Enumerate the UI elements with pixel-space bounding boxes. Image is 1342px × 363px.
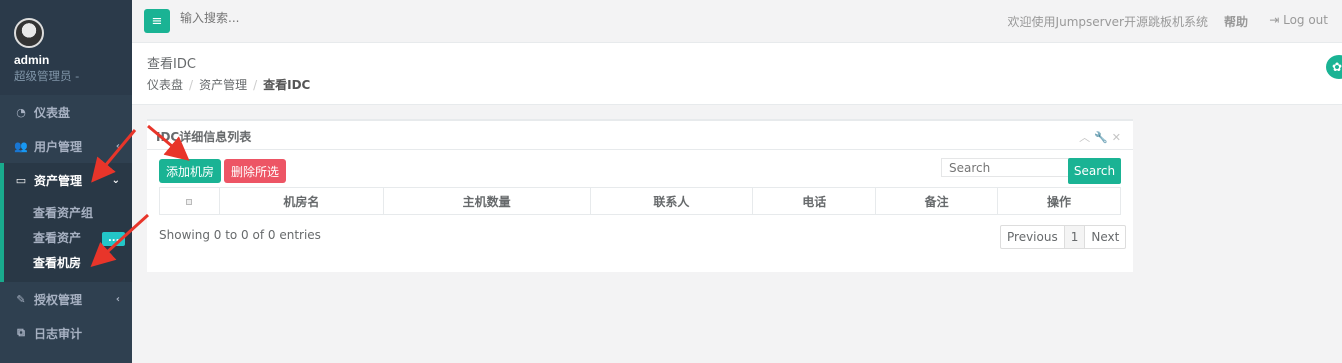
- right-sidebar-toggle[interactable]: ✿: [1326, 55, 1342, 79]
- table-info: Showing 0 to 0 of 0 entries: [159, 228, 321, 242]
- chevron-left-icon: ‹: [115, 140, 120, 152]
- logout-label: Log out: [1283, 13, 1328, 27]
- user-role-dropdown[interactable]: 超级管理员 -: [14, 68, 132, 84]
- table-search-input[interactable]: [941, 158, 1069, 177]
- idc-table: 机房名 主机数量 联系人 电话 备注 操作: [159, 187, 1121, 215]
- profile-block: admin 超级管理员 -: [0, 0, 132, 95]
- delete-selected-button[interactable]: 删除所选: [224, 159, 286, 183]
- wrench-icon[interactable]: 🔧: [1094, 131, 1112, 144]
- idc-list-panel: IDC详细信息列表 ︿🔧✕ 添加机房 删除所选 Search 机房名 主机数量 …: [147, 119, 1133, 272]
- sidebar-item-label: 仪表盘: [34, 105, 71, 120]
- pagination-next[interactable]: Next: [1085, 226, 1125, 248]
- assets-subnav: 查看资产组 查看资产 ... 查看机房: [0, 197, 132, 282]
- breadcrumb: 仪表盘 / 资产管理 / 查看IDC: [147, 78, 311, 92]
- sidebar-item-label: 用户管理: [34, 139, 83, 154]
- breadcrumb-item[interactable]: 资产管理: [199, 78, 247, 92]
- subnav-item-assets[interactable]: 查看资产 ...: [33, 226, 132, 251]
- column-header[interactable]: 操作: [997, 187, 1121, 215]
- column-header[interactable]: 主机数量: [382, 187, 591, 215]
- inbox-icon: ▭: [15, 173, 27, 187]
- top-search-input[interactable]: [180, 11, 480, 25]
- collapse-icon[interactable]: ︿: [1079, 131, 1094, 144]
- subnav-item-asset-groups[interactable]: 查看资产组: [33, 201, 132, 226]
- welcome-text: 欢迎使用Jumpserver开源跳板机系统: [1007, 15, 1208, 29]
- dashboard-icon: ◔: [16, 105, 26, 119]
- logout-link[interactable]: ⇥ Log out: [1269, 13, 1328, 27]
- subnav-item-label: 查看资产: [33, 231, 82, 245]
- sidebar-item-label: 日志审计: [34, 326, 83, 341]
- chevron-left-icon: ‹: [115, 293, 120, 305]
- sidebar-item-label: 授权管理: [34, 292, 83, 307]
- menu-toggle-button[interactable]: ≡: [144, 9, 170, 33]
- sidebar-item-audit[interactable]: ⧉ 日志审计: [0, 316, 132, 350]
- avatar[interactable]: [14, 18, 44, 48]
- sidebar-item-assets[interactable]: ▭ 资产管理 ⌄: [0, 163, 132, 197]
- pagination: Previous 1 Next: [1000, 225, 1127, 249]
- add-idc-button[interactable]: 添加机房: [159, 159, 221, 183]
- sidebar-item-dashboard[interactable]: ◔ 仪表盘: [0, 95, 132, 129]
- sidebar-item-users[interactable]: 👥 用户管理 ‹: [0, 129, 132, 163]
- column-header[interactable]: 联系人: [589, 187, 754, 215]
- column-header[interactable]: 机房名: [218, 187, 384, 215]
- sidebar-nav: ◔ 仪表盘 👥 用户管理 ‹ ▭ 资产管理 ⌄: [0, 95, 132, 197]
- breadcrumb-item[interactable]: 仪表盘: [147, 78, 183, 92]
- hamburger-icon: ≡: [151, 13, 163, 29]
- user-name[interactable]: admin: [14, 53, 132, 67]
- column-header[interactable]: 电话: [752, 187, 877, 215]
- page-title: 查看IDC: [147, 57, 196, 72]
- sign-out-icon: ⇥: [1269, 13, 1284, 27]
- panel-tools: ︿🔧✕: [1079, 129, 1125, 145]
- cogs-icon: ✿: [1332, 60, 1342, 74]
- panel-title: IDC详细信息列表: [156, 130, 252, 144]
- pagination-previous[interactable]: Previous: [1001, 226, 1065, 248]
- users-icon: 👥: [14, 139, 28, 153]
- asset-count-badge: ...: [102, 232, 126, 246]
- chevron-down-icon: ⌄: [111, 174, 120, 186]
- sidebar-item-label: 资产管理: [34, 173, 83, 188]
- sidebar-item-permissions[interactable]: ✎ 授权管理 ‹: [0, 282, 132, 316]
- column-header[interactable]: 备注: [875, 187, 999, 215]
- breadcrumb-current: 查看IDC: [263, 78, 311, 92]
- copy-icon: ⧉: [17, 326, 25, 339]
- search-button[interactable]: Search: [1068, 158, 1121, 184]
- page-heading: 查看IDC 仪表盘 / 资产管理 / 查看IDC ✿: [132, 43, 1342, 105]
- table-header-row: 机房名 主机数量 联系人 电话 备注 操作: [159, 187, 1121, 215]
- subnav-item-idc[interactable]: 查看机房: [33, 251, 132, 276]
- sidebar-nav-lower: ✎ 授权管理 ‹ ⧉ 日志审计: [0, 282, 132, 350]
- select-all-checkbox[interactable]: [159, 187, 220, 215]
- top-navbar: ≡ 欢迎使用Jumpserver开源跳板机系统 帮助 ⇥ Log out: [132, 0, 1342, 43]
- sidebar: admin 超级管理员 - ◔ 仪表盘 👥 用户管理 ‹ ▭ 资产管理 ⌄ 查看…: [0, 0, 132, 363]
- pagination-page[interactable]: 1: [1064, 226, 1086, 248]
- edit-icon: ✎: [16, 292, 26, 306]
- close-icon[interactable]: ✕: [1112, 131, 1125, 144]
- help-link[interactable]: 帮助: [1224, 13, 1248, 30]
